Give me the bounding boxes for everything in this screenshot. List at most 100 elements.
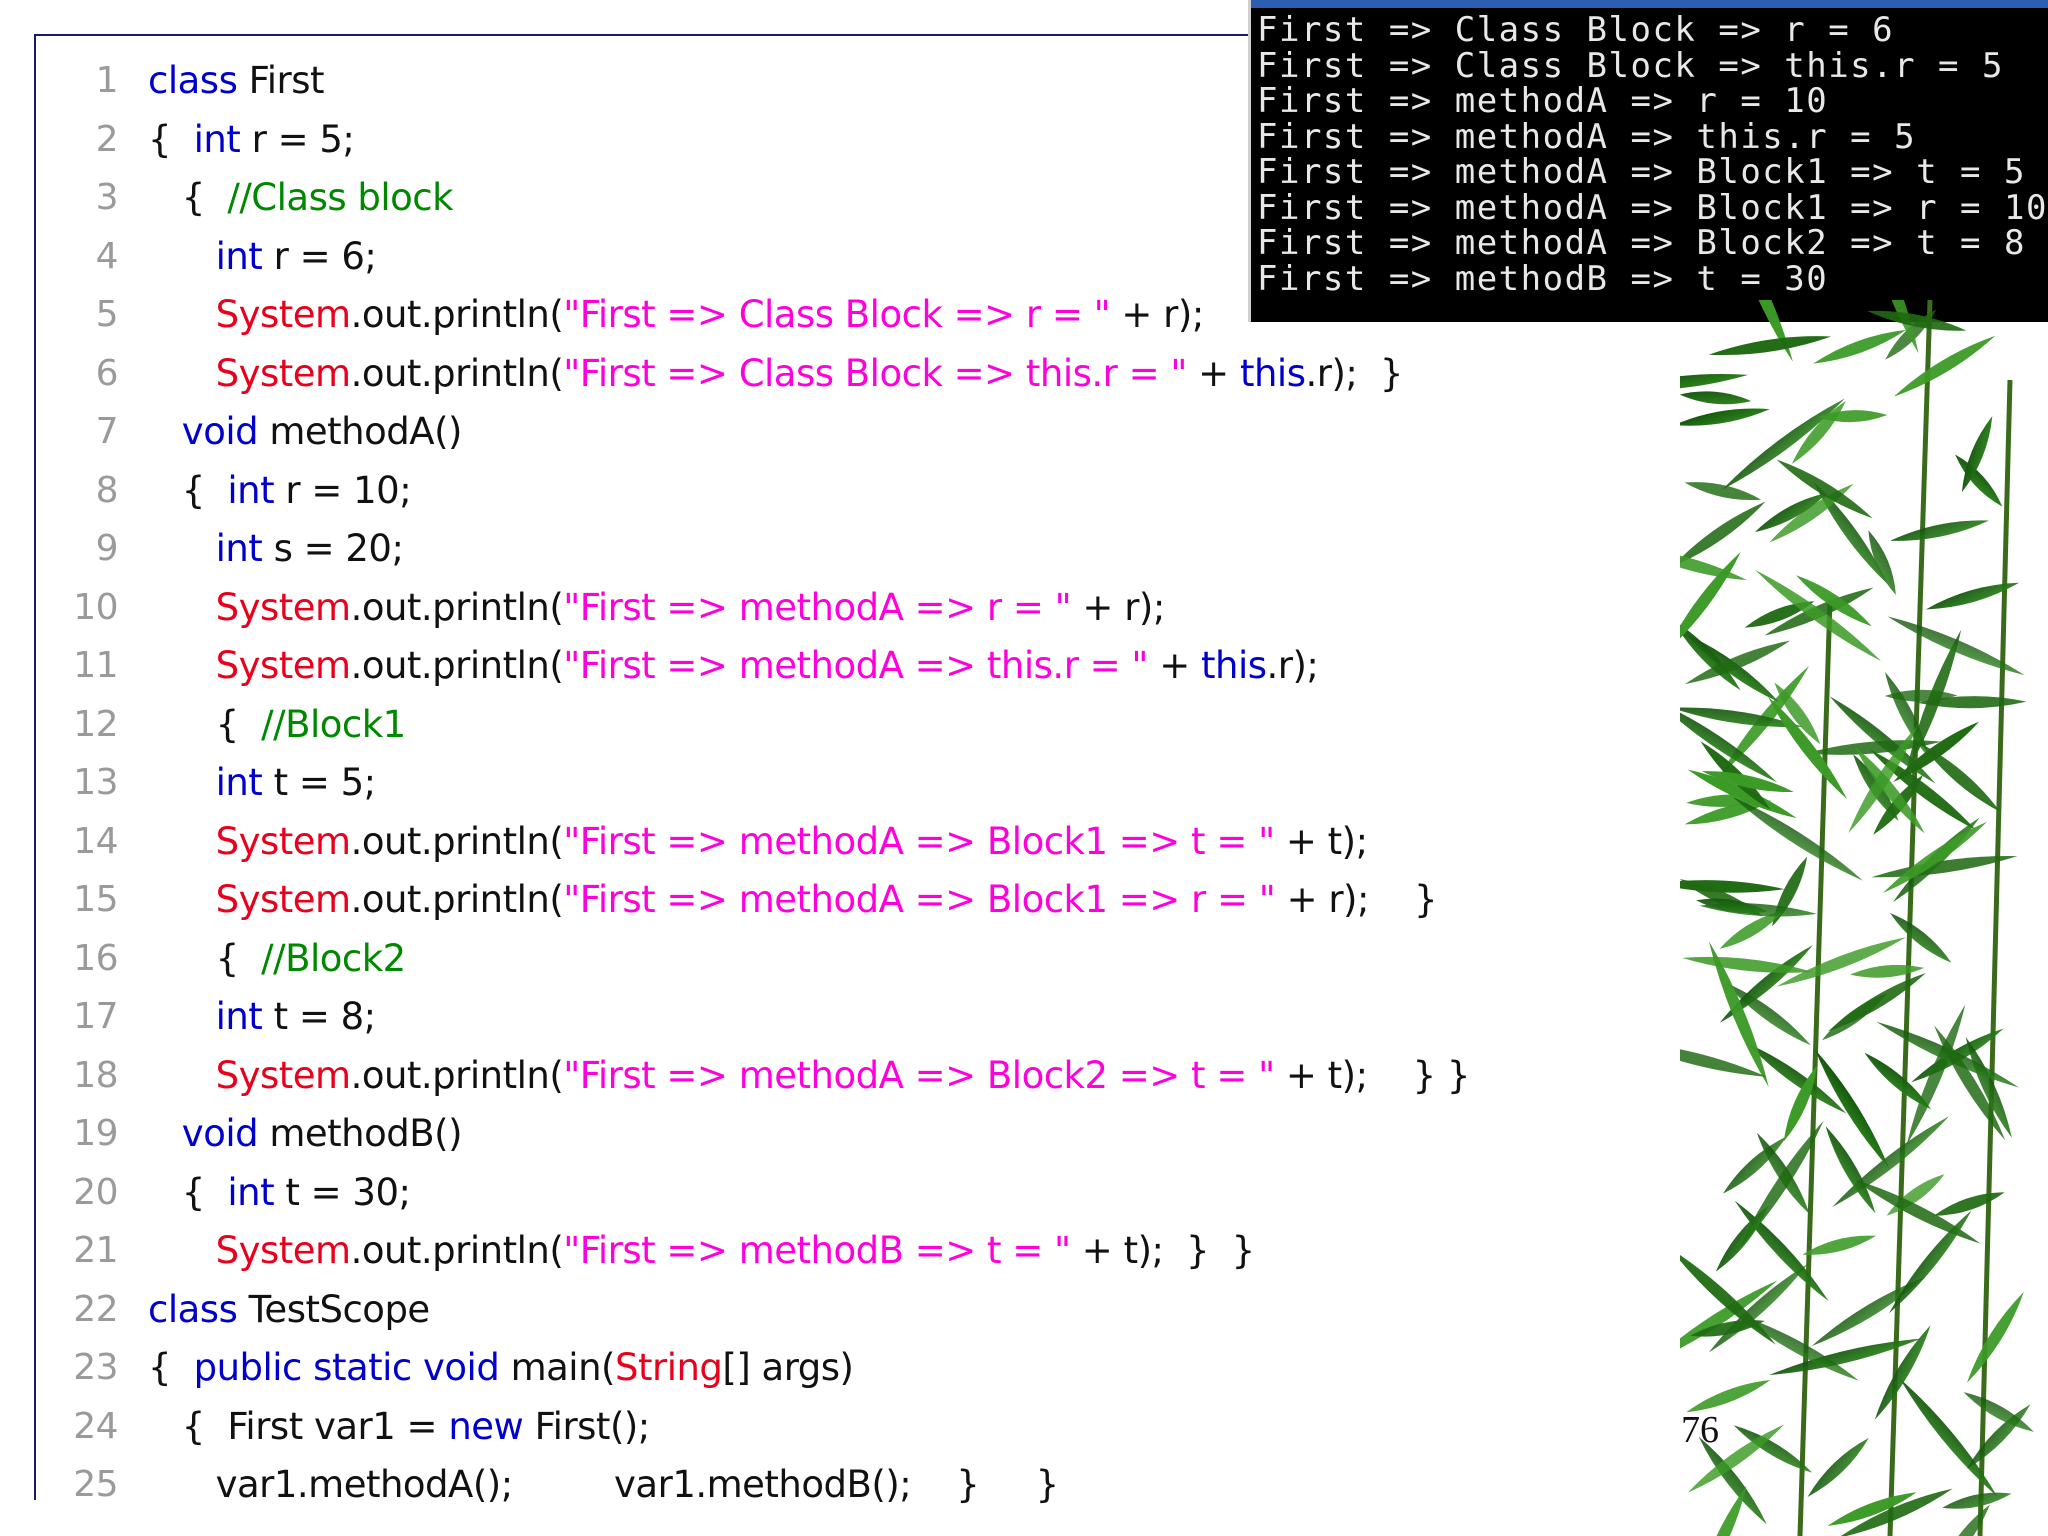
code-token: r = 10; xyxy=(274,468,412,512)
code-token: .out.println( xyxy=(350,1053,564,1097)
code-token: int xyxy=(227,468,275,512)
code-text: { //Class block xyxy=(148,169,454,227)
code-token: String xyxy=(614,1346,723,1389)
code-text: var1.methodA(); var1.methodB(); } } xyxy=(148,1456,1060,1514)
line-number: 12 xyxy=(73,703,118,745)
line-number: 25 xyxy=(73,1464,118,1505)
code-line: 19 void methodB() xyxy=(36,1105,1516,1163)
code-token: main( xyxy=(499,1346,616,1389)
code-token: .out.println( xyxy=(350,293,564,336)
code-token: int xyxy=(215,995,263,1038)
code-text: { int r = 10; xyxy=(148,462,412,520)
code-token: methodA() xyxy=(258,410,462,453)
code-text: { public static void main(String[] args) xyxy=(148,1339,854,1397)
line-number: 16 xyxy=(73,937,118,979)
line-number: 14 xyxy=(73,820,118,862)
code-token: int xyxy=(193,117,241,161)
line-number: 19 xyxy=(73,1113,118,1154)
code-line: 24 { First var1 = new First(); xyxy=(36,1398,1516,1456)
code-text: int t = 8; xyxy=(148,988,377,1046)
code-token: First(); xyxy=(523,1404,651,1448)
line-number: 15 xyxy=(73,879,118,920)
code-line: 7 void methodA() xyxy=(36,403,1516,461)
code-token: methodB() xyxy=(258,1112,463,1155)
code-token: //Block1 xyxy=(261,702,406,746)
code-text: System.out.println("First => methodA => … xyxy=(148,579,1166,637)
code-token: int xyxy=(227,1170,275,1214)
code-line: 17 int t = 8; xyxy=(36,988,1516,1046)
code-token: + r); xyxy=(1071,585,1165,629)
code-text: System.out.println("First => methodA => … xyxy=(148,871,1438,929)
code-token: void xyxy=(181,410,259,453)
code-token: "First => methodA => Block1 => t = " xyxy=(563,819,1275,863)
console-line: First => methodA => this.r = 5 xyxy=(1257,116,1917,157)
line-number: 9 xyxy=(95,528,119,569)
code-token: //Block2 xyxy=(261,936,406,980)
code-line: 13 int t = 5; xyxy=(36,754,1516,812)
line-number: 10 xyxy=(73,586,118,628)
code-text: int r = 6; xyxy=(148,228,377,286)
code-line: 8 { int r = 10; xyxy=(36,462,1516,520)
code-token: .out.println( xyxy=(350,644,564,687)
code-token: + xyxy=(1147,644,1201,687)
code-token: //Class block xyxy=(227,176,454,219)
line-number: 17 xyxy=(73,996,118,1037)
code-token: { xyxy=(148,936,262,980)
code-token: + r); xyxy=(1110,293,1204,336)
code-token: .out.println( xyxy=(350,585,564,629)
code-text: { int t = 30; xyxy=(148,1164,411,1222)
code-token: "First => methodA => Block1 => r = " xyxy=(563,878,1276,921)
code-token: .out.println( xyxy=(350,1229,564,1272)
console-output-window: First => Class Block => r = 6 First => Cl… xyxy=(1248,0,2048,322)
code-token: "First => Class Block => r = " xyxy=(563,293,1111,336)
code-token: var1.methodA(); var1.methodB(); } } xyxy=(148,1463,1060,1506)
line-number: 13 xyxy=(73,762,118,803)
code-token: public static void xyxy=(193,1346,500,1389)
code-text: { //Block1 xyxy=(148,696,407,754)
code-token: "First => Class Block => this.r = " xyxy=(563,351,1187,395)
code-text: class First xyxy=(148,52,324,110)
line-number: 11 xyxy=(73,645,118,686)
code-token: .out.println( xyxy=(350,351,564,395)
code-text: { int r = 5; xyxy=(148,111,355,169)
code-text: { //Block2 xyxy=(148,930,407,988)
code-token: new xyxy=(448,1404,524,1448)
code-token: "First => methodA => this.r = " xyxy=(563,644,1148,687)
code-token: t = 8; xyxy=(262,995,377,1038)
code-line: 25 var1.methodA(); var1.methodB(); } } xyxy=(36,1456,1516,1514)
code-token: class xyxy=(148,1287,238,1331)
code-text: class TestScope xyxy=(148,1281,430,1339)
code-token: System xyxy=(215,585,351,629)
code-token: class xyxy=(148,59,238,102)
code-token: System xyxy=(215,1053,351,1097)
console-line: First => methodA => r = 10 xyxy=(1257,81,1829,121)
code-token: "First => methodA => Block2 => t = " xyxy=(563,1053,1275,1097)
code-text: System.out.println("First => methodA => … xyxy=(148,813,1368,871)
code-token: System xyxy=(215,644,351,687)
code-token: int xyxy=(215,527,263,570)
code-token: System xyxy=(215,351,351,395)
code-token: int xyxy=(215,761,263,804)
code-line: 16 { //Block2 xyxy=(36,930,1516,988)
code-text: System.out.println("First => methodB => … xyxy=(148,1222,1256,1280)
line-number: 4 xyxy=(95,235,119,277)
code-text: System.out.println("First => Class Block… xyxy=(148,286,1205,344)
console-line: First => methodB => t = 30 xyxy=(1257,258,1829,299)
code-token: [] args) xyxy=(722,1346,854,1389)
code-token: { xyxy=(148,1170,228,1214)
code-token: { xyxy=(148,117,194,161)
code-text: System.out.println("First => methodA => … xyxy=(148,1047,1471,1105)
code-token: + t); } } xyxy=(1274,1053,1471,1097)
code-token: { xyxy=(148,176,228,219)
code-token: .out.println( xyxy=(350,878,564,921)
code-token: "First => methodB => t = " xyxy=(563,1229,1071,1272)
